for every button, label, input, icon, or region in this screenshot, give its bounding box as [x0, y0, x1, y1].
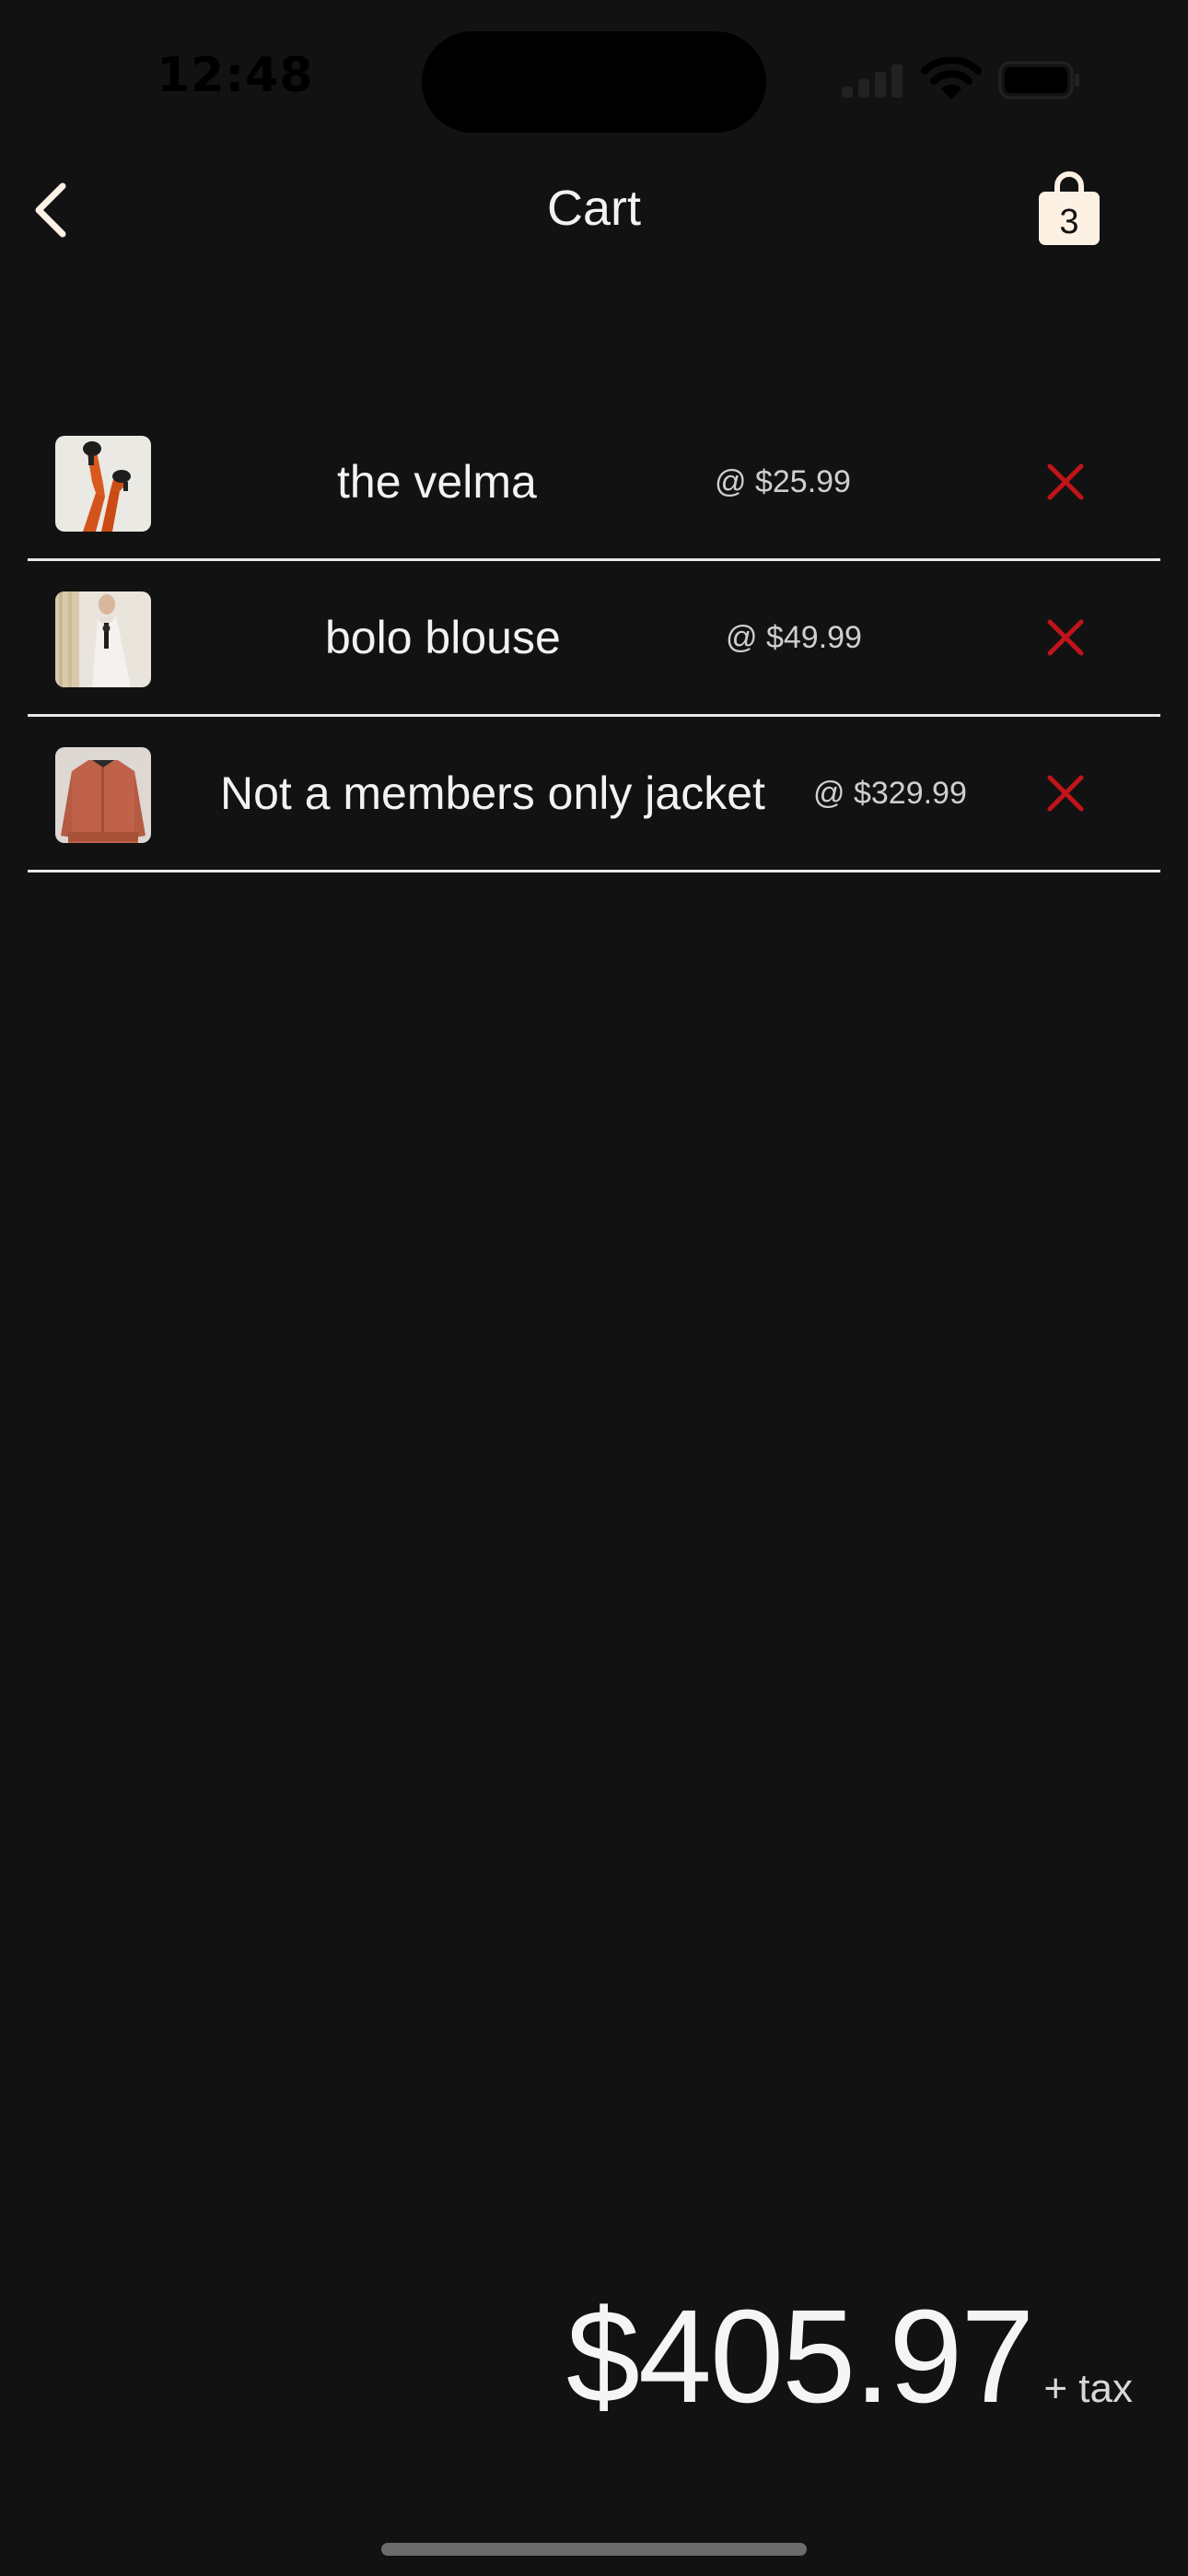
cart-list: the velma @ $25.99 bolo blouse @ $49.99 [28, 405, 1160, 872]
item-price: @ $25.99 [715, 464, 851, 499]
item-price: @ $329.99 [813, 776, 967, 811]
home-indicator[interactable] [381, 2543, 807, 2556]
product-thumbnail [55, 436, 151, 532]
close-icon[interactable] [1041, 613, 1090, 662]
item-name: Not a members only jacket [220, 767, 765, 819]
cart-item-row[interactable]: Not a members only jacket @ $329.99 [28, 717, 1160, 872]
cart-item-row[interactable]: bolo blouse @ $49.99 [28, 561, 1160, 717]
cart-item-row[interactable]: the velma @ $25.99 [28, 405, 1160, 561]
close-icon[interactable] [1041, 768, 1090, 818]
status-bar: 12:48 [0, 0, 1188, 157]
dynamic-island [422, 31, 766, 133]
tax-label: + tax [1043, 2366, 1133, 2411]
product-thumbnail [55, 591, 151, 687]
item-name: bolo blouse [325, 612, 561, 663]
battery-icon [998, 61, 1079, 100]
cart-count-badge: 3 [1059, 203, 1079, 241]
wifi-icon [921, 57, 982, 100]
item-price: @ $49.99 [726, 620, 862, 655]
close-icon[interactable] [1041, 457, 1090, 507]
cart-bag-button[interactable]: 3 [1037, 171, 1101, 247]
signal-icon [842, 64, 903, 98]
cart-total: $405.97 + tax [566, 2280, 1133, 2433]
status-time: 12:48 [157, 48, 314, 103]
page-title: Cart [546, 181, 641, 236]
product-thumbnail [55, 747, 151, 843]
item-name: the velma [337, 456, 537, 508]
total-amount: $405.97 [565, 2282, 1035, 2430]
